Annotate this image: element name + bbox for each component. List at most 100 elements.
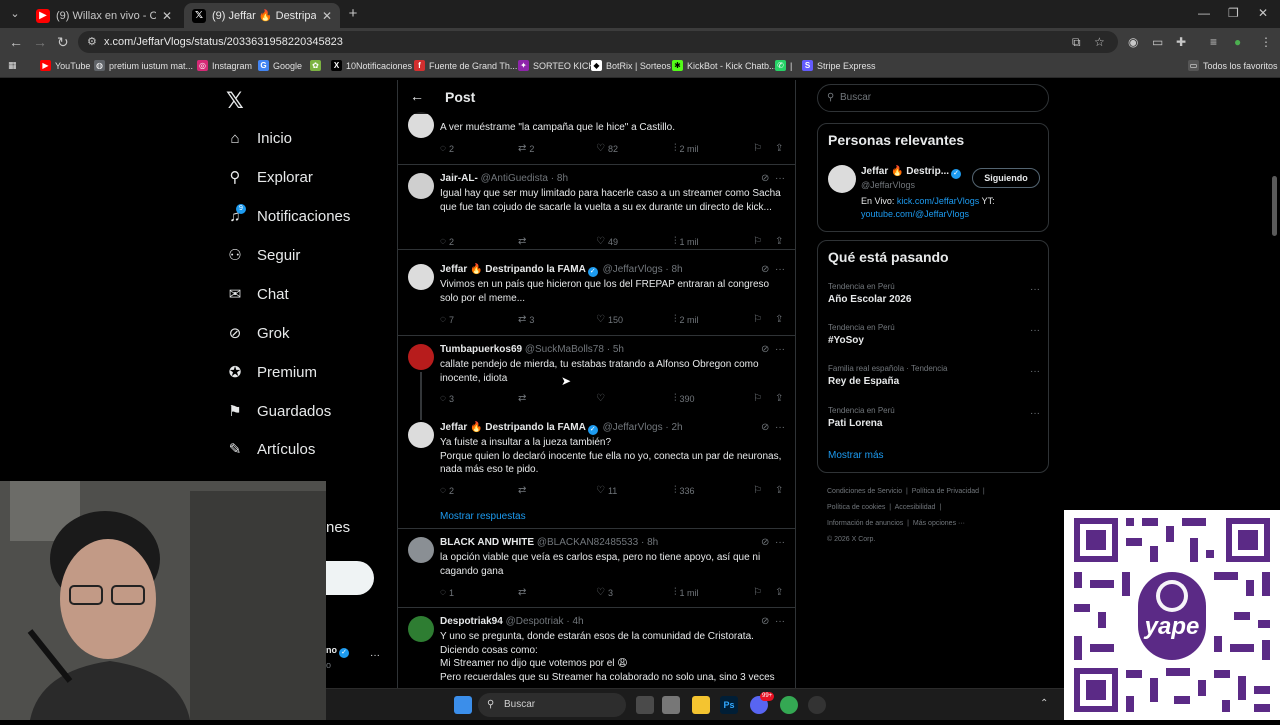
apps-grid-icon[interactable]: ▦	[8, 60, 17, 71]
like-button[interactable]: ♡ 11	[596, 485, 617, 496]
avatar[interactable]	[408, 264, 434, 290]
forward-icon[interactable]: →	[33, 34, 47, 50]
author-name[interactable]: Jair-AL-	[440, 173, 478, 184]
tweet-menu[interactable]: ⊘ ···	[761, 264, 785, 275]
url-bar[interactable]: ⚙ x.com/JeffarVlogs/status/2033631958220…	[78, 31, 1118, 53]
avatar[interactable]	[408, 112, 434, 138]
tab-search-icon[interactable]: ⌄	[6, 5, 24, 23]
bookmark-button[interactable]: ⚐	[753, 587, 765, 598]
bookmark-google[interactable]: G Google	[258, 60, 302, 71]
like-button[interactable]: ♡ 3	[596, 587, 613, 598]
app-icon[interactable]	[662, 696, 680, 714]
tweet-time[interactable]: 2h	[671, 422, 682, 433]
taskbar-search[interactable]: ⚲ Buscar	[478, 693, 626, 717]
author-handle[interactable]: @Despotriak	[506, 616, 564, 627]
media-icon[interactable]: ≡	[1210, 35, 1217, 49]
bookmark-button[interactable]: ⚐	[753, 236, 765, 247]
footer-link[interactable]: Política de cookies	[827, 504, 885, 511]
footer-link[interactable]: Información de anuncios	[827, 520, 903, 527]
app-icon[interactable]	[808, 696, 826, 714]
repost-button[interactable]: ⇄	[518, 485, 529, 496]
trend-item[interactable]: Tendencia en Perú Año Escolar 2026 ···	[828, 282, 1040, 305]
menu-dots-icon[interactable]: ⋮	[1260, 35, 1272, 49]
tweet-menu[interactable]: ⊘ ···	[761, 537, 785, 548]
avatar[interactable]	[408, 422, 434, 448]
tweet[interactable]: Despotriak94 @Despotriak · 4h ⊘ ··· Y un…	[398, 608, 795, 688]
share-button[interactable]: ⇪	[775, 393, 786, 404]
grok-icon[interactable]: ⊘	[761, 422, 769, 433]
bookmark-star-icon[interactable]: ☆	[1094, 35, 1105, 49]
footer-link[interactable]: Más opciones ···	[913, 520, 965, 527]
extension-icon[interactable]: ◉	[1128, 35, 1138, 49]
nav-explore[interactable]: ⚲ Explorar	[226, 162, 313, 192]
nav-bookmarks[interactable]: ⚑ Guardados	[226, 396, 331, 426]
back-arrow-icon[interactable]: ←	[410, 88, 424, 104]
reload-icon[interactable]: ↻	[57, 34, 69, 51]
repost-button[interactable]: ⇄	[518, 587, 529, 598]
share-button[interactable]: ⇪	[775, 485, 786, 496]
nav-articles[interactable]: ✎ Artículos	[226, 434, 316, 464]
footer-link[interactable]: Condiciones de Servicio	[827, 488, 902, 495]
views-button[interactable]: ⫶ 336	[674, 485, 695, 496]
bookmark-stripe[interactable]: S Stripe Express	[802, 60, 876, 71]
author-handle[interactable]: @SuckMaBolls78	[525, 344, 604, 355]
bookmark-button[interactable]: ⚐	[753, 143, 765, 154]
close-tab-icon[interactable]: ✕	[162, 9, 172, 23]
more-icon[interactable]: ···	[1030, 408, 1040, 419]
footer-link[interactable]: Política de Privacidad	[912, 488, 979, 495]
repost-button[interactable]: ⇄ 3	[518, 314, 534, 325]
more-icon[interactable]: ···	[775, 264, 785, 275]
tweet-time[interactable]: 8h	[647, 537, 658, 548]
tweet[interactable]: Tumbapuerkos69 @SuckMaBolls78 · 5h ⊘ ···…	[398, 336, 795, 420]
tweet-menu[interactable]: ⊘ ···	[761, 173, 785, 184]
author-name[interactable]: Jeffar 🔥 Destripando la FAMA	[440, 422, 586, 433]
avatar[interactable]	[408, 616, 434, 642]
author-handle[interactable]: @JeffarVlogs	[603, 264, 663, 275]
show-more-link[interactable]: Mostrar más	[828, 450, 884, 461]
tweet-menu[interactable]: ⊘ ···	[761, 344, 785, 355]
relevant-handle[interactable]: @JeffarVlogs	[861, 180, 915, 190]
trend-item[interactable]: Tendencia en Perú Pati Lorena ···	[828, 406, 1040, 429]
reply-button[interactable]: ◌ 2	[440, 485, 454, 496]
close-tab-icon[interactable]: ✕	[322, 9, 332, 23]
tweet[interactable]: BLACK AND WHITE @BLACKAN82485533 · 8h ⊘ …	[398, 529, 795, 608]
repost-button[interactable]: ⇄	[518, 393, 529, 404]
bookmark-instagram[interactable]: ◎ Instagram	[197, 60, 252, 71]
youtube-link[interactable]: youtube.com/@JeffarVlogs	[861, 209, 969, 219]
avatar[interactable]	[828, 165, 856, 193]
share-button[interactable]: ⇪	[775, 143, 786, 154]
trend-item[interactable]: Familia real española · Tendencia Rey de …	[828, 364, 1040, 387]
more-icon[interactable]: ···	[1030, 366, 1040, 377]
back-icon[interactable]: ←	[9, 34, 23, 50]
more-icon[interactable]: ···	[1030, 284, 1040, 295]
relevant-name[interactable]: Jeffar 🔥 Destrip... ✓	[861, 166, 963, 179]
grok-icon[interactable]: ⊘	[761, 173, 769, 184]
trend-item[interactable]: Tendencia en Perú #YoSoy ···	[828, 323, 1040, 346]
page-scrollbar[interactable]	[1272, 176, 1277, 236]
views-button[interactable]: ⫶ 2 mil	[674, 143, 699, 154]
windows-start-icon[interactable]	[454, 696, 472, 714]
install-app-icon[interactable]: ⧉	[1072, 35, 1081, 50]
tab-x-post[interactable]: 𝕏 (9) Jeffar 🔥 Destripando la FA ✕	[184, 3, 340, 28]
reply-button[interactable]: ◌ 3	[440, 393, 454, 404]
author-name[interactable]: BLACK AND WHITE	[440, 537, 534, 548]
tweet[interactable]: A ver muéstrame "la campaña que le hice"…	[398, 108, 795, 165]
share-button[interactable]: ⇪	[775, 587, 786, 598]
avatar[interactable]	[408, 537, 434, 563]
bookmark-kickbot[interactable]: ✱ KickBot - Kick Chatb...	[672, 60, 777, 71]
account-more-icon[interactable]: ···	[370, 650, 380, 661]
like-button[interactable]: ♡	[596, 393, 608, 404]
author-handle[interactable]: @AntiGuedista	[481, 173, 548, 184]
reply-button[interactable]: ◌ 2	[440, 143, 454, 154]
tweet[interactable]: Jeffar 🔥 Destripando la FAMA ✓ @JeffarVlo…	[398, 250, 795, 336]
like-button[interactable]: ♡ 150	[596, 314, 623, 325]
grok-icon[interactable]: ⊘	[761, 264, 769, 275]
bookmark-button[interactable]: ⚐	[753, 314, 765, 325]
extensions-puzzle-icon[interactable]: ✚	[1176, 35, 1186, 49]
avatar[interactable]	[408, 344, 434, 370]
search-input[interactable]: ⚲ Buscar	[817, 84, 1049, 112]
account-name-partial[interactable]: no ✓	[326, 645, 351, 658]
bookmark-10notificaciones[interactable]: X 10Notificaciones	[331, 60, 412, 71]
show-replies-link[interactable]: Mostrar respuestas	[440, 511, 526, 522]
like-button[interactable]: ♡ 82	[596, 143, 618, 154]
